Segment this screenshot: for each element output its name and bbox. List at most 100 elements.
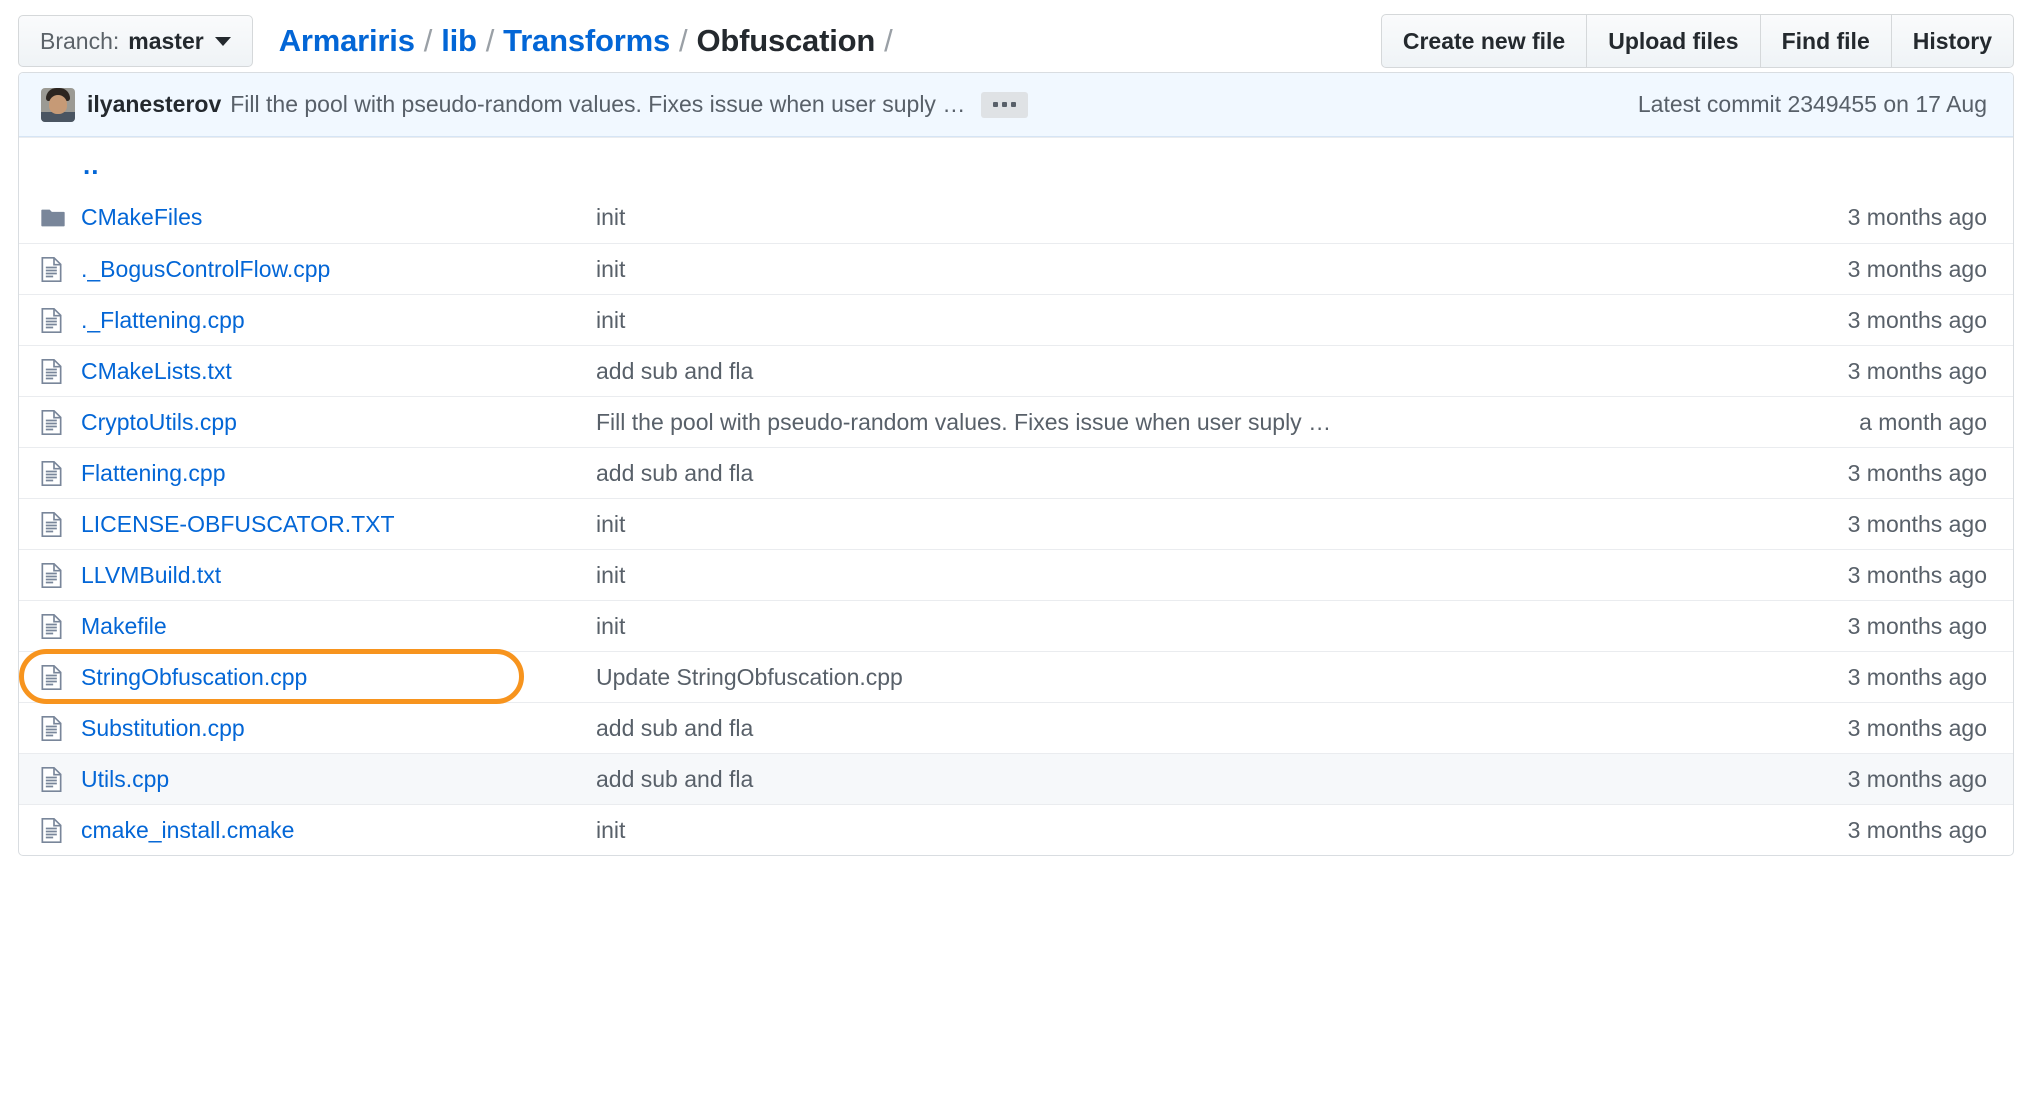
- table-row[interactable]: ._Flattening.cpp init 3 months ago: [19, 294, 2013, 345]
- file-name-link[interactable]: ._BogusControlFlow.cpp: [81, 256, 330, 282]
- file-type-icon-cell: [41, 208, 81, 228]
- dot-icon: [1002, 102, 1008, 107]
- file-name-link[interactable]: CMakeLists.txt: [81, 358, 232, 384]
- folder-icon: [41, 209, 65, 226]
- commit-message-cell: Update StringObfuscation.cpp: [596, 664, 1848, 691]
- file-name-link[interactable]: LICENSE-OBFUSCATOR.TXT: [81, 511, 395, 537]
- file-type-icon-cell: [41, 409, 81, 435]
- breadcrumb-item-transforms[interactable]: Transforms: [503, 23, 670, 59]
- file-name-cell: cmake_install.cmake: [81, 817, 596, 844]
- commit-message-link[interactable]: add sub and fla: [596, 715, 753, 741]
- breadcrumb-item-armariris[interactable]: Armariris: [279, 23, 415, 59]
- commit-age-cell: 3 months ago: [1847, 357, 1987, 384]
- file-type-icon-cell: [41, 664, 81, 690]
- commit-message-link[interactable]: Fill the pool with pseudo-random values.…: [596, 409, 1331, 435]
- file-icon: [41, 307, 62, 333]
- table-row[interactable]: CMakeLists.txt add sub and fla 3 months ag…: [19, 345, 2013, 396]
- file-name-link[interactable]: ._Flattening.cpp: [81, 307, 245, 333]
- create-new-file-button[interactable]: Create new file: [1382, 15, 1586, 67]
- breadcrumb-item-lib[interactable]: lib: [441, 23, 477, 59]
- file-type-icon-cell: [41, 562, 81, 588]
- file-name-link[interactable]: Substitution.cpp: [81, 715, 245, 741]
- file-name-cell: CMakeLists.txt: [81, 358, 596, 385]
- file-icon: [41, 715, 62, 741]
- commit-message-link[interactable]: add sub and fla: [596, 766, 753, 792]
- dot-icon: [993, 102, 999, 107]
- branch-selector-button[interactable]: Branch: master: [18, 15, 253, 67]
- commit-age-cell: 3 months ago: [1847, 510, 1987, 537]
- file-icon: [41, 460, 62, 486]
- commit-sha-link[interactable]: 2349455: [1787, 91, 1877, 117]
- latest-commit-label: Latest commit: [1637, 91, 1782, 117]
- file-name-link[interactable]: CMakeFiles: [81, 204, 202, 230]
- upload-files-button[interactable]: Upload files: [1586, 15, 1759, 67]
- table-row[interactable]: ._BogusControlFlow.cpp init 3 months ago: [19, 243, 2013, 294]
- parent-directory-link[interactable]: ..: [83, 150, 99, 181]
- commit-message-cell: add sub and fla: [596, 460, 1848, 487]
- file-name-link[interactable]: Makefile: [81, 613, 167, 639]
- file-name-link[interactable]: Utils.cpp: [81, 766, 169, 792]
- table-row[interactable]: Makefile init 3 months ago: [19, 600, 2013, 651]
- commit-message-link[interactable]: init: [596, 613, 625, 639]
- commit-message-link[interactable]: init: [596, 511, 625, 537]
- dot-icon: [1011, 102, 1017, 107]
- commit-message-link[interactable]: init: [596, 817, 625, 843]
- file-type-icon-cell: [41, 715, 81, 741]
- file-name-link[interactable]: StringObfuscation.cpp: [81, 664, 307, 690]
- file-type-icon-cell: [41, 358, 81, 384]
- commit-age-cell: 3 months ago: [1847, 612, 1987, 639]
- latest-commit-bar: ilyanesterov Fill the pool with pseudo-r…: [19, 73, 2013, 137]
- commit-author-link[interactable]: ilyanesterov: [87, 91, 221, 118]
- commit-message-cell: init: [596, 613, 1848, 640]
- file-type-icon-cell: [41, 613, 81, 639]
- breadcrumb-item-obfuscation: Obfuscation: [696, 23, 876, 58]
- commit-age-cell: 3 months ago: [1847, 255, 1987, 282]
- repo-action-buttons: Create new file Upload files Find file Hist…: [1380, 14, 2014, 68]
- commit-message-link[interactable]: Fill the pool with pseudo-random values.…: [230, 91, 965, 118]
- commit-message-link[interactable]: add sub and fla: [596, 358, 753, 384]
- file-name-cell: StringObfuscation.cpp: [81, 664, 596, 691]
- table-row[interactable]: CryptoUtils.cpp Fill the pool with pseudo…: [19, 396, 2013, 447]
- file-name-link[interactable]: cmake_install.cmake: [81, 817, 294, 843]
- parent-directory-row[interactable]: ..: [19, 137, 2013, 192]
- commit-age-cell: 3 months ago: [1847, 306, 1987, 333]
- history-button[interactable]: History: [1890, 15, 2013, 67]
- table-row[interactable]: StringObfuscation.cpp Update StringObfusc…: [19, 651, 2013, 702]
- file-name-cell: CryptoUtils.cpp: [81, 409, 596, 436]
- commit-message-link[interactable]: init: [596, 307, 625, 333]
- commit-message-link[interactable]: init: [596, 256, 625, 282]
- repo-file-browser: Branch: master Armariris / lib / Transforms /…: [0, 0, 2032, 1120]
- file-icon: [41, 766, 62, 792]
- table-row[interactable]: LICENSE-OBFUSCATOR.TXT init 3 months ago: [19, 498, 2013, 549]
- branch-name-label: master: [128, 27, 204, 54]
- commit-message-link[interactable]: init: [596, 204, 625, 230]
- commit-message-link[interactable]: Update StringObfuscation.cpp: [596, 664, 903, 690]
- breadcrumb-separator: /: [884, 23, 893, 58]
- file-icon: [41, 511, 62, 537]
- file-name-cell: ._BogusControlFlow.cpp: [81, 256, 596, 283]
- file-name-link[interactable]: Flattening.cpp: [81, 460, 225, 486]
- commit-age-cell: 3 months ago: [1847, 816, 1987, 843]
- file-type-icon-cell: [41, 511, 81, 537]
- file-name-cell: Flattening.cpp: [81, 460, 596, 487]
- file-name-cell: LLVMBuild.txt: [81, 562, 596, 589]
- table-row[interactable]: LLVMBuild.txt init 3 months ago: [19, 549, 2013, 600]
- file-name-link[interactable]: LLVMBuild.txt: [81, 562, 221, 588]
- commit-message-link[interactable]: init: [596, 562, 625, 588]
- commit-message-link[interactable]: add sub and fla: [596, 460, 753, 486]
- file-icon: [41, 358, 62, 384]
- commit-date: 17 Aug: [1915, 91, 1987, 117]
- breadcrumb-separator: /: [679, 23, 688, 58]
- table-row[interactable]: Flattening.cpp add sub and fla 3 months ag…: [19, 447, 2013, 498]
- file-type-icon-cell: [41, 460, 81, 486]
- table-row[interactable]: cmake_install.cmake init 3 months ago: [19, 804, 2013, 855]
- file-name-link[interactable]: CryptoUtils.cpp: [81, 409, 237, 435]
- table-row[interactable]: Substitution.cpp add sub and fla 3 months …: [19, 702, 2013, 753]
- table-row[interactable]: Utils.cpp add sub and fla 3 months ago: [19, 753, 2013, 804]
- file-rows: CMakeFiles init 3 months ago ._BogusControl…: [19, 192, 2013, 855]
- table-row[interactable]: CMakeFiles init 3 months ago: [19, 192, 2013, 243]
- file-table-container: ilyanesterov Fill the pool with pseudo-r…: [18, 72, 2014, 856]
- find-file-button[interactable]: Find file: [1759, 15, 1891, 67]
- file-type-icon-cell: [41, 817, 81, 843]
- expand-commit-message-button[interactable]: [981, 91, 1029, 118]
